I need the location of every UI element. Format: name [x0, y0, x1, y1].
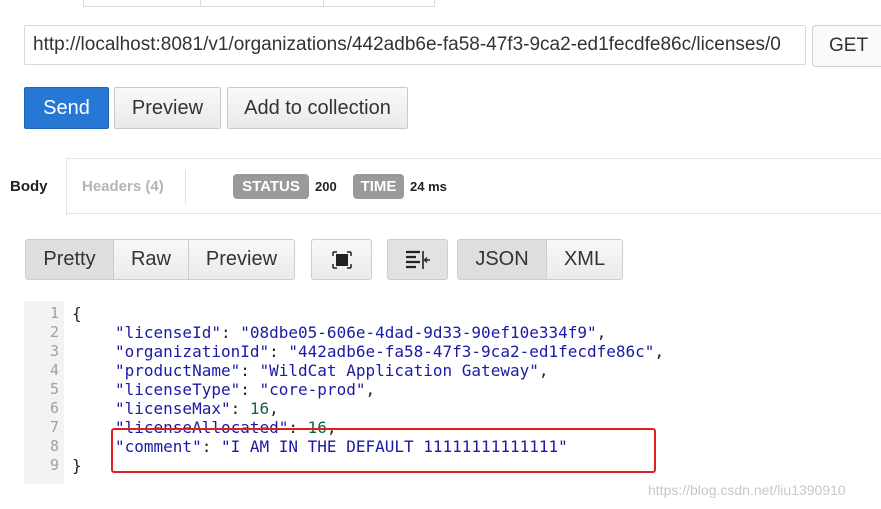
json-value: "442adb6e-fa58-47f3-9ca2-ed1fecdfe86c"	[288, 342, 655, 361]
format-json-button[interactable]: JSON	[457, 239, 547, 280]
format-xml-button[interactable]: XML	[546, 239, 623, 280]
line-number: 5	[49, 380, 59, 398]
view-raw-button[interactable]: Raw	[113, 239, 189, 280]
line-number: 9	[49, 456, 59, 474]
line-number: 4	[49, 361, 59, 379]
json-key: "licenseId"	[115, 323, 221, 342]
view-preview-button[interactable]: Preview	[188, 239, 295, 280]
json-colon: :	[240, 361, 260, 380]
code-line: }	[72, 456, 82, 475]
code-line: "organizationId": "442adb6e-fa58-47f3-9c…	[115, 342, 664, 361]
tab-headers[interactable]: Headers (4)	[82, 158, 164, 214]
send-button[interactable]: Send	[24, 87, 109, 129]
json-colon: :	[269, 342, 289, 361]
time-badge: TIME	[353, 174, 404, 199]
json-key: "licenseType"	[115, 380, 241, 399]
time-value: 24 ms	[410, 179, 447, 194]
json-colon: :	[220, 323, 241, 342]
open-brace: {	[72, 304, 82, 323]
json-comma: ,	[269, 399, 279, 418]
status-value: 200	[315, 179, 337, 194]
line-number: 1	[49, 304, 59, 322]
json-key: "organizationId"	[115, 342, 270, 361]
annotation-highlight-box	[111, 428, 656, 473]
watermark: https://blog.csdn.net/liu1390910	[648, 482, 846, 498]
json-colon: :	[230, 399, 250, 418]
method-select[interactable]: GET	[812, 25, 881, 67]
line-number: 8	[49, 437, 59, 455]
code-line: "licenseMax": 16,	[115, 399, 279, 418]
code-line: {	[72, 304, 82, 323]
url-input[interactable]: http://localhost:8081/v1/organizations/4…	[24, 25, 806, 65]
json-value: 16	[249, 399, 270, 418]
code-line: "licenseType": "core-prod",	[115, 380, 375, 399]
status-badge: STATUS	[233, 174, 309, 199]
request-tab-strip	[0, 0, 881, 7]
json-comma: ,	[654, 342, 665, 361]
code-line: "productName": "WildCat Application Gate…	[115, 361, 549, 380]
view-pretty-button[interactable]: Pretty	[25, 239, 114, 280]
json-comma: ,	[596, 323, 607, 342]
add-to-collection-button[interactable]: Add to collection	[227, 87, 408, 129]
line-number: 6	[49, 399, 59, 417]
indent-button[interactable]	[387, 239, 448, 280]
request-tab[interactable]	[200, 0, 324, 7]
line-number: 3	[49, 342, 59, 360]
json-value: "core-prod"	[259, 380, 366, 399]
line-number: 7	[49, 418, 59, 436]
close-brace: }	[72, 456, 82, 475]
json-key: "productName"	[115, 361, 241, 380]
json-key: "licenseMax"	[115, 399, 231, 418]
code-line: "licenseId": "08dbe05-606e-4dad-9d33-90e…	[115, 323, 606, 342]
line-number: 2	[49, 323, 59, 341]
request-tab[interactable]	[323, 0, 435, 7]
divider	[185, 170, 186, 204]
json-comma: ,	[538, 361, 549, 380]
wrap-lines-icon	[405, 250, 430, 269]
json-value: "WildCat Application Gateway"	[259, 361, 539, 380]
preview-button[interactable]: Preview	[114, 87, 221, 129]
json-value: "08dbe05-606e-4dad-9d33-90ef10e334f9"	[240, 323, 597, 342]
json-comma: ,	[365, 380, 376, 399]
request-tab[interactable]	[83, 0, 201, 7]
fullscreen-button[interactable]	[311, 239, 372, 280]
fullscreen-icon	[331, 250, 352, 269]
tab-body[interactable]: Body	[0, 158, 67, 215]
json-colon: :	[240, 380, 260, 399]
